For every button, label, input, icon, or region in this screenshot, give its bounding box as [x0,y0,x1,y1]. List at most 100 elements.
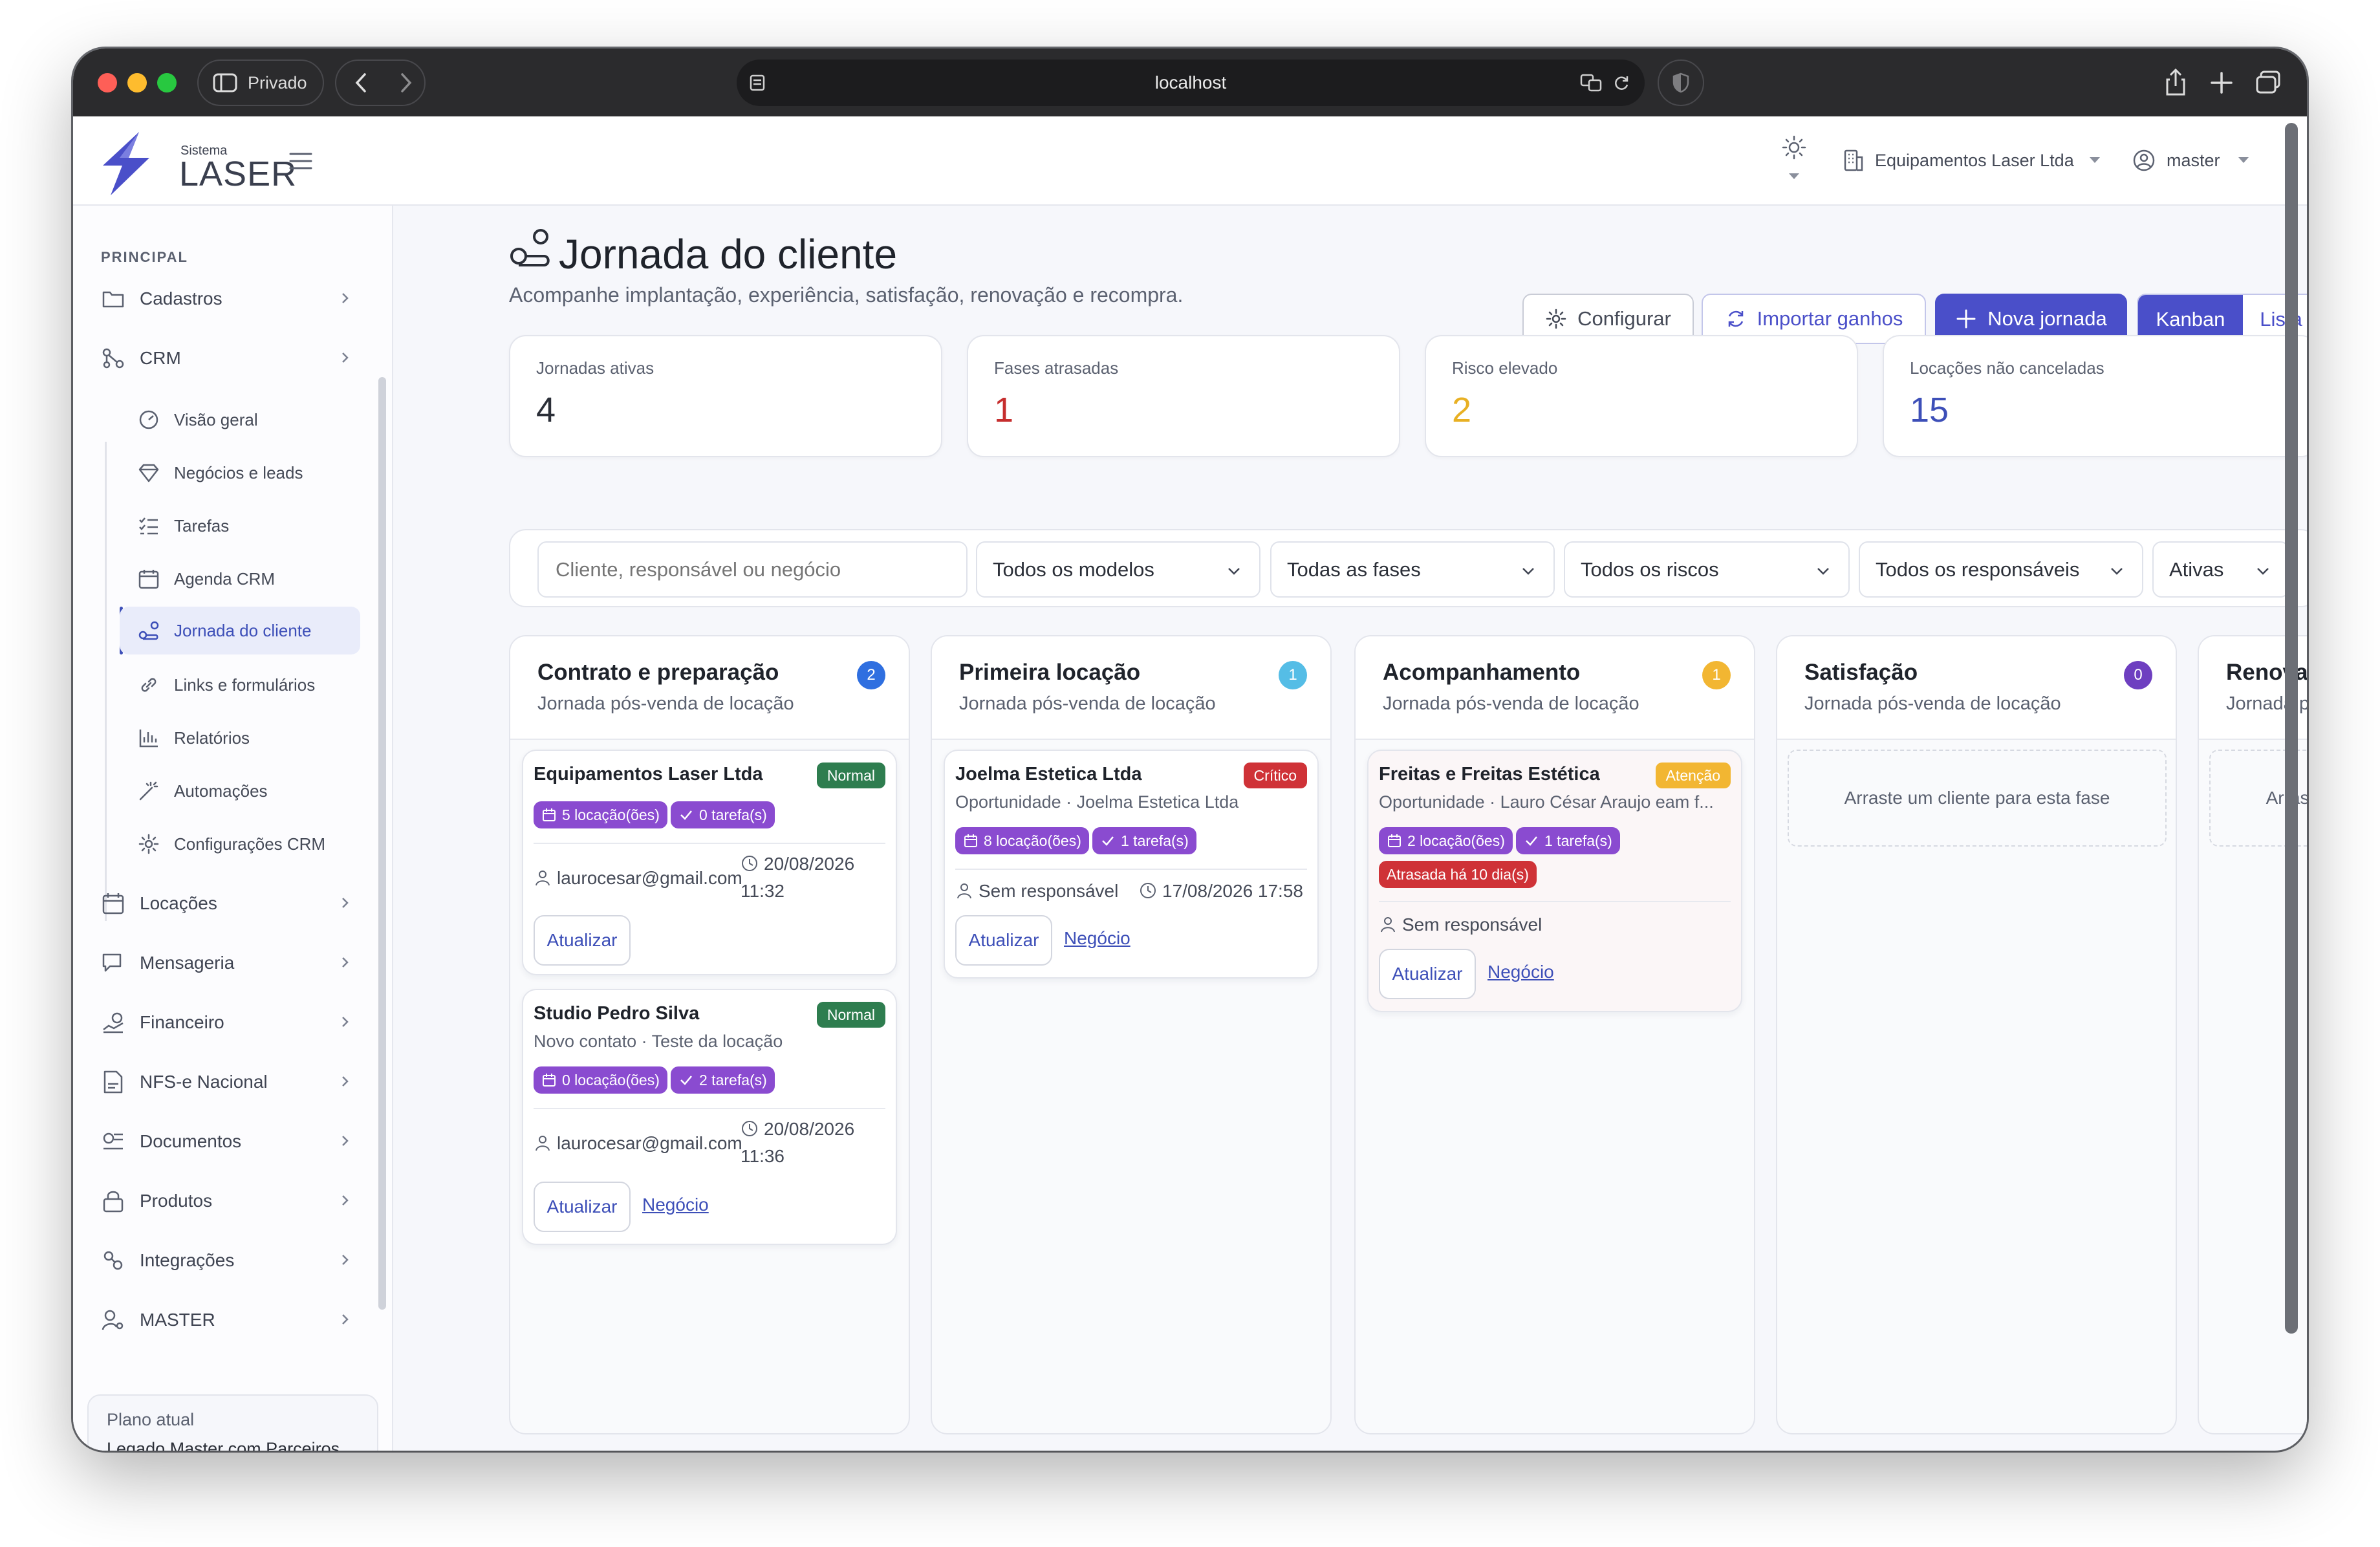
stat-label: Risco elevado [1452,358,1558,378]
sidebar-item-config-crm[interactable]: Configurações CRM [120,820,360,868]
back-icon[interactable] [353,72,370,94]
theme-toggle[interactable] [1778,135,1810,186]
close-window-button[interactable] [98,73,117,92]
negocio-link[interactable]: Negócio [642,1195,709,1215]
sidebar-item-master[interactable]: MASTER [101,1299,363,1341]
sidebar-item-jornada[interactable]: Jornada do cliente [120,607,360,654]
journey-card[interactable]: Equipamentos Laser Ltda Normal 5 locação… [522,750,897,975]
chevron-right-icon [342,898,349,908]
sidebar-item-label: Locações [140,893,217,913]
card-datetime: 17/08/2026 17:58 [1139,878,1303,905]
company-name: Equipamentos Laser Ltda [1875,150,2074,170]
kanban-column: Contrato e preparação Jornada pós-venda … [509,635,910,1434]
stat-label: Jornadas ativas [536,358,654,378]
fases-select[interactable]: Todas as fases [1270,541,1555,598]
atualizar-button[interactable]: Atualizar [1379,949,1476,999]
company-selector[interactable]: Equipamentos Laser Ltda [1841,146,2101,175]
chevron-down-icon [1817,568,1829,575]
address-bar[interactable]: localhost [737,60,1645,106]
user-name: master [2167,150,2220,170]
user-icon [536,871,550,886]
modelos-select[interactable]: Todos os modelos [976,541,1260,598]
plan-value: Legado Master com Parceiros [107,1439,340,1451]
negocio-link[interactable]: Negócio [1488,962,1554,982]
sidebar-item-label: Visão geral [174,409,258,429]
minimize-window-button[interactable] [127,73,147,92]
new-tab-icon[interactable] [2205,67,2238,99]
tarefas-chip: 1 tarefa(s) [1516,827,1620,854]
sidebar-item-nfse[interactable]: NFS-e Nacional [101,1061,363,1103]
sidebar-item-integracoes[interactable]: Integrações [101,1239,363,1282]
shield-button[interactable] [1658,60,1704,106]
zoom-window-button[interactable] [157,73,177,92]
url-text: localhost [1154,72,1227,92]
bar-chart-icon [139,730,158,748]
search-input[interactable] [537,541,968,598]
sidebar-item-produtos[interactable]: Produtos [101,1180,363,1222]
nova-jornada-label: Nova jornada [1987,307,2107,330]
menu-icon[interactable] [289,151,312,171]
sidebar-item-label: Tarefas [174,515,230,536]
riscos-select[interactable]: Todos os riscos [1564,541,1850,598]
chevron-down-icon [2257,568,2269,575]
priority-badge: Crítico [1243,763,1307,788]
checklist-icon [139,517,158,535]
sidebar-scrollbar[interactable] [378,377,386,1310]
sidebar-item-cadastros[interactable]: Cadastros [101,277,363,320]
journey-card[interactable]: Studio Pedro Silva Normal Novo contato ·… [522,989,897,1245]
logo[interactable]: Sistema LASER [94,128,296,199]
share-icon[interactable] [2159,67,2192,99]
negocio-link[interactable]: Negócio [1064,928,1130,949]
column-count-badge: 2 [857,661,885,689]
atualizar-button[interactable]: Atualizar [534,1182,631,1232]
lock-icon [103,1191,124,1213]
translate-icon[interactable] [1580,72,1603,93]
chip-text: 2 locação(ões) [1407,832,1505,849]
forward-icon[interactable] [397,72,414,94]
tab-overview-icon[interactable] [2252,67,2284,99]
status-select[interactable]: Ativas [2152,541,2289,598]
history-nav [335,60,426,106]
page-menu-icon[interactable] [748,74,766,92]
sidebar-item-documentos[interactable]: Documentos [101,1120,363,1163]
stat-card-risco: Risco elevado 2 [1425,335,1858,457]
sidebar-item-visao-geral[interactable]: Visão geral [120,396,360,444]
sidebar-item-links[interactable]: Links e formulários [120,661,360,709]
sidebar-item-agenda[interactable]: Agenda CRM [120,555,360,603]
atualizar-button[interactable]: Atualizar [534,915,631,966]
late-badge: Atrasada há 10 dia(s) [1379,861,1537,888]
journey-card[interactable]: Joelma Estetica Ltda Crítico Oportunidad… [944,750,1319,979]
sidebar-item-locacoes[interactable]: Locações [101,882,363,925]
column-count-badge: 0 [2124,661,2152,689]
chevron-down-icon [1522,568,1534,575]
user-menu[interactable]: master [2132,146,2250,175]
calendar-icon [543,1074,556,1087]
responsaveis-select[interactable]: Todos os responsáveis [1859,541,2143,598]
column-subtitle: Jornada pós-venda de locação [959,693,1216,714]
tarefas-chip: 1 tarefa(s) [1092,827,1196,854]
diamond-icon [138,464,159,482]
sidebar-item-negocios[interactable]: Negócios e leads [120,449,360,497]
sidebar-item-tarefas[interactable]: Tarefas [120,502,360,550]
sidebar-item-mensageria[interactable]: Mensageria [101,942,363,984]
kanban-column: Primeira locação Jornada pós-venda de lo… [931,635,1332,1434]
plan-label: Plano atual [107,1410,195,1429]
sidebar-item-automacoes[interactable]: Automações [120,767,360,815]
status-value: Ativas [2169,557,2224,581]
card-divider [534,1108,885,1109]
atualizar-button[interactable]: Atualizar [955,915,1052,966]
clock-icon [1140,883,1156,898]
sidebar-item-financeiro[interactable]: Financeiro [101,1001,363,1044]
kanban-column: Satisfação Jornada pós-venda de locação … [1776,635,2177,1434]
chevron-right-icon [342,1076,349,1087]
reload-icon[interactable] [1612,74,1630,92]
page-scrollbar[interactable] [2285,123,2298,1334]
private-tab-button[interactable]: Privado [197,60,324,106]
drop-zone[interactable]: Arraste um cliente para esta fase [1788,750,2167,847]
building-icon [1844,149,1863,171]
sidebar-item-relatorios[interactable]: Relatórios [120,714,360,762]
journey-card[interactable]: Freitas e Freitas Estética Atenção Oport… [1367,750,1742,1012]
chevron-right-icon [342,293,349,303]
sidebar-item-crm[interactable]: CRM [101,337,363,380]
card-divider [534,843,885,844]
